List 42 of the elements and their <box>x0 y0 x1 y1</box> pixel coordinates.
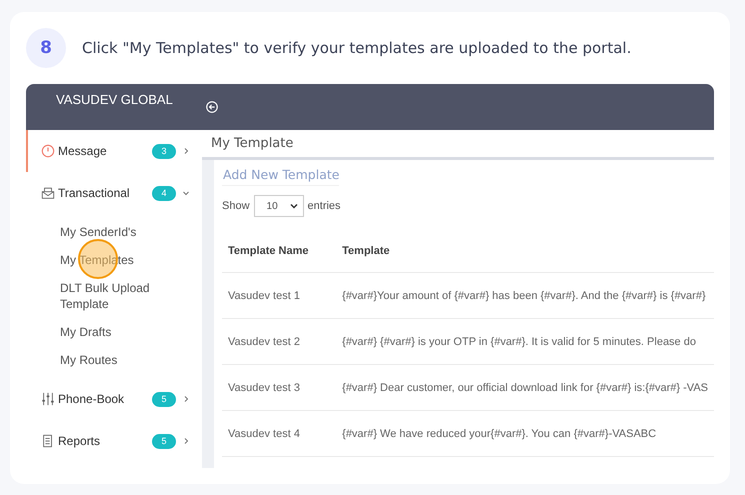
chevron-down-icon <box>290 202 298 210</box>
table-cell: {#var#} We have reduced your{#var#}. You can {#var#}-VASABC <box>336 410 714 456</box>
table-cell: Vasudev test 4 <box>222 410 336 456</box>
count-badge: 5 <box>152 392 176 406</box>
sidebar-label: Transactional <box>58 186 131 200</box>
sliders-icon <box>41 392 55 406</box>
back-arrow-icon[interactable] <box>206 101 218 113</box>
step-number: 8 <box>26 28 66 68</box>
sidebar-item[interactable]: Phone-Book 5 <box>26 378 202 420</box>
submenu-item[interactable]: DLT Bulk Upload Template <box>60 274 160 318</box>
document-icon <box>41 434 55 448</box>
count-badge: 3 <box>152 144 176 158</box>
table-cell: {#var#} {#var#} is your OTP in {#var#}. It is valid for 5 minutes. Please do <box>336 318 714 364</box>
entries-label: entries <box>308 200 341 212</box>
column-header: Template Name <box>222 230 336 272</box>
submenu-item[interactable]: My Routes <box>60 346 160 374</box>
table-cell: Vasudev test 1 <box>222 272 336 318</box>
chevron-right-icon <box>182 437 190 445</box>
chevron-right-icon <box>182 147 190 155</box>
submenu-item[interactable]: My SenderId's <box>60 218 160 246</box>
sidebar-label: Reports <box>58 434 102 448</box>
clock-icon <box>41 144 55 158</box>
sidebar-label: Phone-Book <box>58 392 126 406</box>
instruction-text: Click "My Templates" to verify your templates are uploaded to the portal. <box>82 39 632 57</box>
envelope-icon <box>41 186 55 200</box>
count-badge: 4 <box>152 186 176 200</box>
column-header: Template <box>336 230 714 272</box>
submenu-item[interactable]: My Drafts <box>60 318 160 346</box>
count-badge: 5 <box>152 434 176 448</box>
chevron-down-icon <box>182 189 190 197</box>
table-cell: Vasudev test 2 <box>222 318 336 364</box>
brand-name: VASUDEV GLOBAL <box>56 92 174 107</box>
table-cell: {#var#}Your amount of {#var#} has been {#var#}. And the {#var#} is {#var#} <box>336 272 714 318</box>
page-size-select[interactable]: 10 <box>254 195 304 217</box>
show-label: Show <box>222 200 250 212</box>
sidebar-item[interactable]: Reports 5 <box>26 420 202 462</box>
sidebar-label: Message <box>58 144 108 158</box>
table-cell: {#var#} Dear customer, our official download link for {#var#} is:{#var#} -VAS <box>336 364 714 410</box>
page-title: My Template <box>202 130 714 160</box>
sidebar-item[interactable]: Transactional 4 <box>26 172 202 214</box>
chevron-right-icon <box>182 395 190 403</box>
table-cell: Vasudev test 3 <box>222 364 336 410</box>
